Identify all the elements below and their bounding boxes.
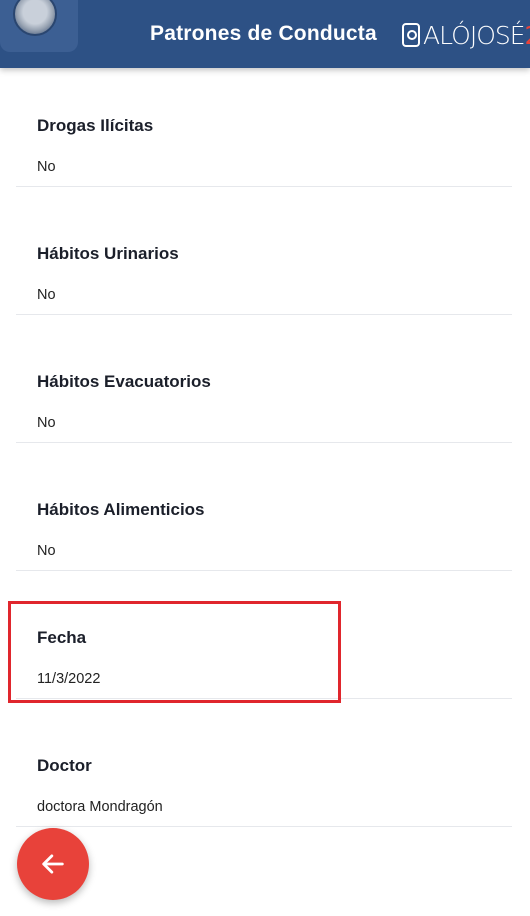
brand-logo: ALÓJOSÉ 24 — [402, 20, 530, 50]
field-habitos-urinarios: Hábitos Urinarios No — [16, 196, 512, 324]
field-value: No — [37, 159, 56, 175]
divider — [16, 570, 512, 571]
logo-badge-icon — [402, 23, 420, 47]
field-label: Doctor — [37, 756, 92, 775]
field-label: Hábitos Evacuatorios — [37, 372, 211, 391]
field-value: No — [37, 543, 56, 559]
field-label: Drogas Ilícitas — [37, 116, 154, 135]
arrow-left-icon — [42, 854, 64, 874]
field-list: Drogas Ilícitas No Hábitos Urinarios No … — [16, 68, 512, 836]
field-value: No — [37, 415, 56, 431]
divider — [16, 826, 512, 827]
field-doctor: Doctor doctora Mondragón — [16, 708, 512, 836]
field-habitos-alimenticios: Hábitos Alimenticios No — [16, 452, 512, 580]
page-title: Patrones de Conducta — [150, 22, 377, 45]
divider — [16, 186, 512, 187]
field-value: No — [37, 287, 56, 303]
menu-button[interactable] — [0, 0, 78, 52]
divider — [16, 442, 512, 443]
logo-number: 24 — [525, 21, 530, 50]
field-label: Hábitos Alimenticios — [37, 500, 205, 519]
back-button[interactable] — [17, 828, 89, 900]
field-drogas-ilicitas: Drogas Ilícitas No — [16, 68, 512, 196]
field-habitos-evacuatorios: Hábitos Evacuatorios No — [16, 324, 512, 452]
highlight-box — [8, 601, 341, 703]
logo-text: ALÓJOSÉ — [423, 20, 526, 50]
field-label: Hábitos Urinarios — [37, 244, 179, 263]
divider — [16, 314, 512, 315]
menu-knob-icon — [13, 0, 57, 36]
field-value: doctora Mondragón — [37, 799, 163, 815]
app-header: Patrones de Conducta ALÓJOSÉ 24 — [0, 0, 530, 68]
